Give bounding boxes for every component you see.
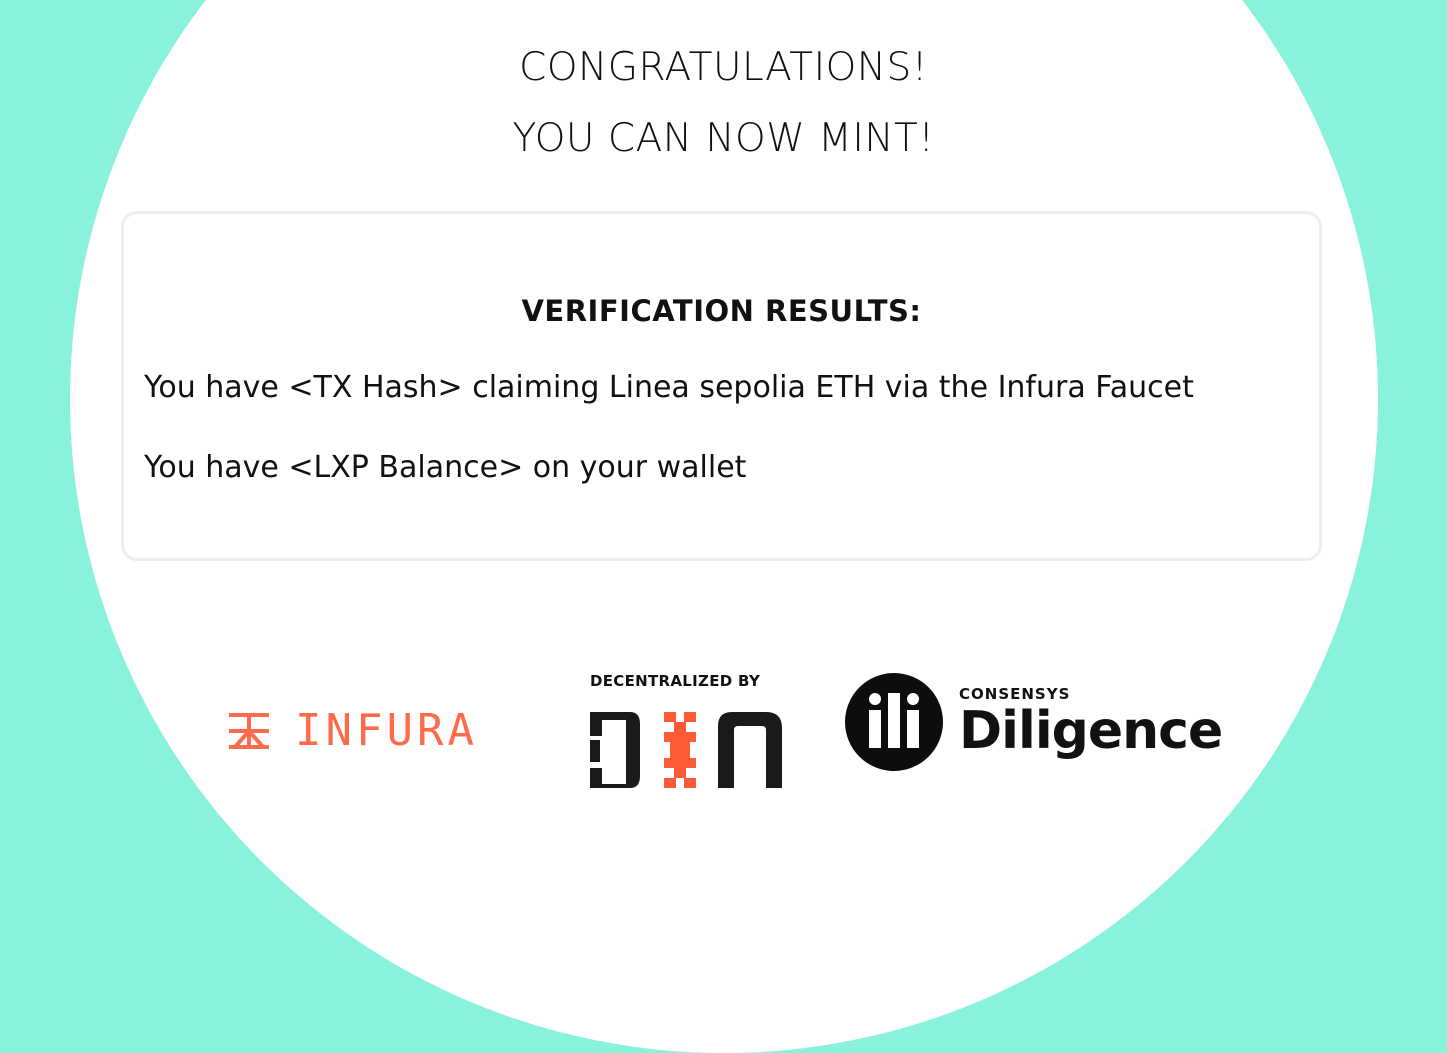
diligence-logo: CONSENSYS Diligence — [845, 673, 1223, 771]
verification-card: VERIFICATION RESULTS: You have <TX Hash>… — [121, 211, 1322, 561]
din-logo: DECENTRALIZED BY — [590, 672, 782, 788]
infura-logo: INFURA — [227, 709, 478, 753]
congratulations-heading: CONGRATULATIONS! — [519, 45, 928, 90]
infura-logo-icon — [229, 713, 269, 749]
din-label: DECENTRALIZED BY — [590, 672, 761, 690]
verification-result-lxp: You have <LXP Balance> on your wallet — [144, 450, 747, 485]
diligence-wordmark: Diligence — [959, 701, 1223, 761]
mint-heading: YOU CAN NOW MINT! — [512, 116, 935, 161]
din-logo-icon — [590, 712, 782, 788]
diligence-logo-icon — [845, 673, 943, 771]
verification-result-tx: You have <TX Hash> claiming Linea sepoli… — [144, 370, 1194, 405]
verification-title: VERIFICATION RESULTS: — [521, 294, 922, 328]
infura-wordmark: INFURA — [295, 705, 478, 756]
